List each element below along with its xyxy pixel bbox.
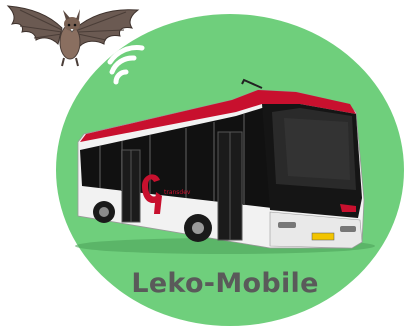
leko-mobile-logo: transdev Leko-Mobile bbox=[0, 0, 404, 326]
brand-name: Leko-Mobile bbox=[131, 268, 319, 299]
side-logo-text: transdev bbox=[164, 189, 191, 196]
